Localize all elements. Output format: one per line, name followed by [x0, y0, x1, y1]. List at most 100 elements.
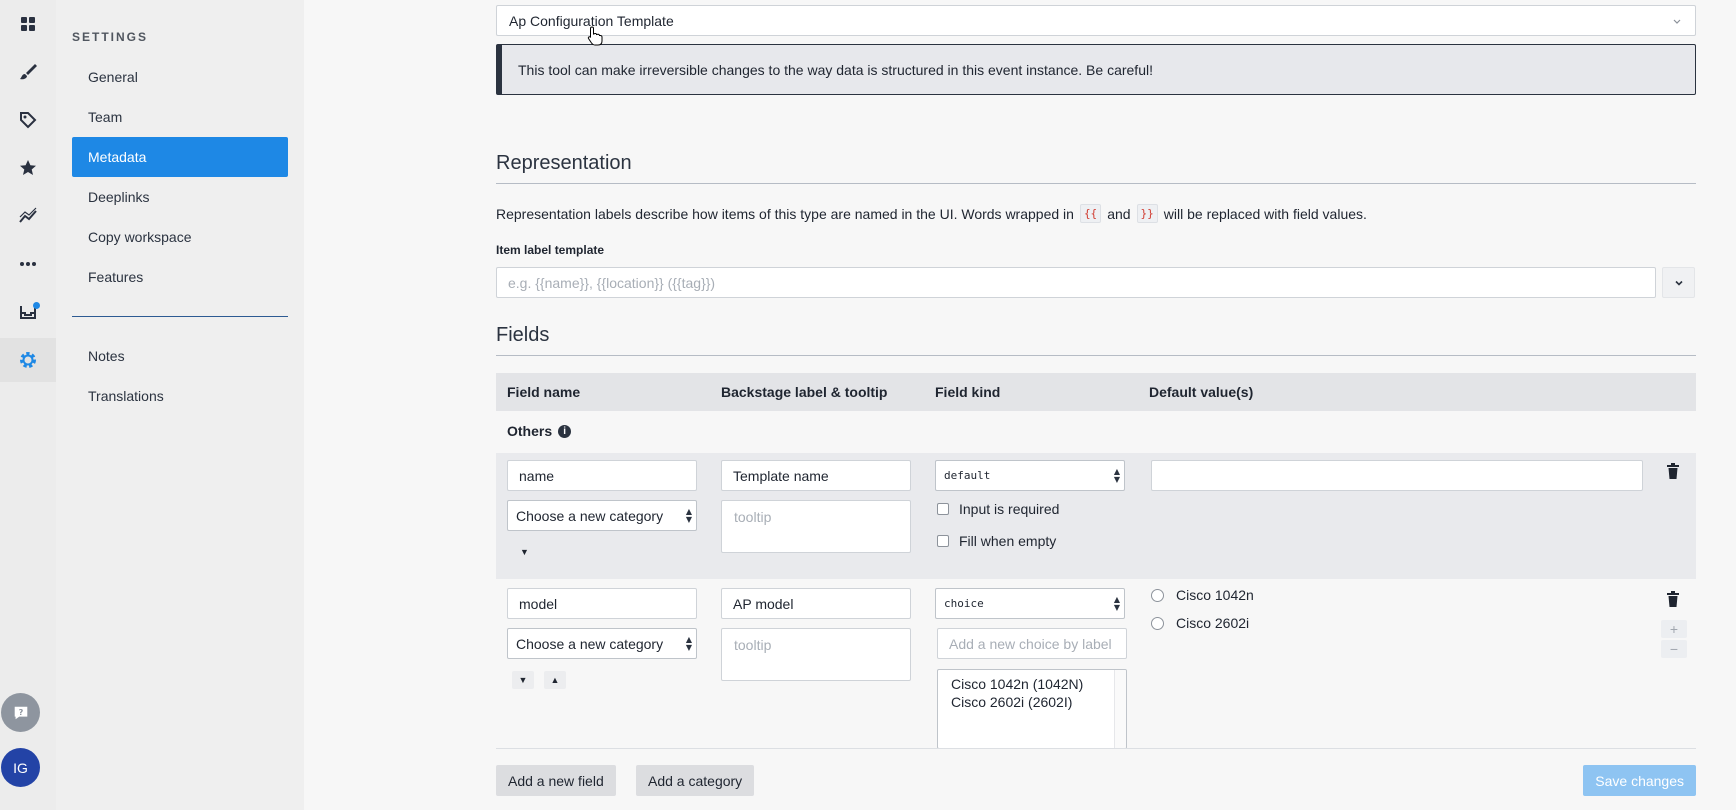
icon-rail: ? IG: [0, 0, 56, 810]
trash-icon[interactable]: [1666, 591, 1680, 607]
backstage-label-value: Template name: [733, 467, 829, 484]
warning-banner: This tool can make irreversible changes …: [496, 44, 1696, 95]
checkbox[interactable]: [937, 503, 949, 515]
open-token: {{: [1079, 204, 1102, 223]
desc-before: Representation labels describe how items…: [496, 205, 1074, 222]
move-up-button[interactable]: ▲: [544, 671, 566, 689]
item-label-template-placeholder: e.g. {{name}}, {{location}} ({{tag}}): [508, 274, 716, 291]
dashboard-icon[interactable]: [0, 2, 56, 46]
chevron-down-icon: [1671, 14, 1683, 30]
group-others: Others i: [507, 423, 572, 439]
notification-dot: [33, 302, 40, 309]
field-name-input[interactable]: model: [507, 588, 697, 619]
select-arrows-icon: ▲ ▼: [1113, 594, 1120, 612]
scrollbar[interactable]: [1114, 670, 1126, 748]
category-select[interactable]: Choose a new category ▲ ▼: [507, 500, 697, 531]
minus-icon[interactable]: −: [1661, 640, 1687, 658]
radio-button[interactable]: [1151, 588, 1164, 602]
item-label-template-label: Item label template: [496, 243, 605, 257]
nav-item-team[interactable]: Team: [72, 97, 288, 137]
choices-textarea[interactable]: Cisco 1042n (1042N) Cisco 2602i (2602I): [937, 669, 1127, 749]
fields-title: Fields: [496, 324, 550, 346]
checkbox[interactable]: [937, 535, 949, 547]
nav-item-translations[interactable]: Translations: [72, 376, 288, 416]
nav-item-copy-workspace[interactable]: Copy workspace: [72, 217, 288, 257]
backstage-label-input[interactable]: AP model: [721, 588, 911, 619]
section-divider: [496, 183, 1696, 184]
add-category-button[interactable]: Add a category: [636, 765, 755, 796]
backstage-label-value: AP model: [733, 595, 794, 612]
plus-icon[interactable]: +: [1661, 620, 1687, 638]
desc-and: and: [1107, 205, 1131, 222]
category-value: Choose a new category: [516, 635, 664, 652]
close-token: }}: [1136, 204, 1158, 223]
settings-icon[interactable]: [0, 338, 56, 382]
backstage-label-input[interactable]: Template name: [721, 460, 911, 491]
field-name-input[interactable]: name: [507, 460, 697, 491]
fill-when-empty-label: Fill when empty: [959, 533, 1057, 549]
fill-when-empty-checkbox[interactable]: Fill when empty: [937, 533, 1056, 549]
main-content: Ap Configuration Template This tool can …: [304, 0, 1736, 810]
more-icon[interactable]: [0, 242, 56, 286]
move-down-button[interactable]: ▼: [512, 671, 534, 689]
info-icon[interactable]: i: [558, 424, 572, 438]
hand-cursor-icon: [587, 26, 603, 46]
select-arrows-icon: ▲ ▼: [685, 634, 692, 652]
avatar[interactable]: IG: [1, 748, 40, 787]
nav-item-deeplinks[interactable]: Deeplinks: [72, 177, 288, 217]
default-radio-option[interactable]: Cisco 2602i: [1151, 615, 1249, 631]
category-select[interactable]: Choose a new category ▲ ▼: [507, 628, 697, 659]
representation-description: Representation labels describe how items…: [496, 204, 1367, 223]
choice-line: Cisco 1042n (1042N): [951, 676, 1084, 692]
default-radio-option[interactable]: Cisco 1042n: [1151, 587, 1254, 603]
select-arrows-icon: ▲ ▼: [1113, 466, 1120, 484]
default-value-input[interactable]: [1151, 460, 1643, 491]
input-required-checkbox[interactable]: Input is required: [937, 501, 1059, 517]
tooltip-textarea[interactable]: tooltip: [721, 500, 911, 553]
star-icon[interactable]: [0, 146, 56, 190]
fields-table-header: Field name Backstage label & tooltip Fie…: [496, 373, 1696, 411]
desc-after: will be replaced with field values.: [1163, 205, 1367, 222]
save-changes-button[interactable]: Save changes: [1583, 765, 1696, 796]
field-name-value: model: [519, 595, 558, 612]
add-field-button[interactable]: Add a new field: [496, 765, 616, 796]
tags-icon[interactable]: [0, 98, 56, 142]
tooltip-textarea[interactable]: tooltip: [721, 628, 911, 681]
header-backstage: Backstage label & tooltip: [721, 384, 888, 400]
tooltip-placeholder: tooltip: [734, 637, 772, 653]
header-field-kind: Field kind: [935, 384, 1001, 400]
add-choice-input[interactable]: Add a new choice by label: [937, 628, 1127, 659]
settings-heading: SETTINGS: [72, 30, 149, 44]
radio-label: Cisco 2602i: [1176, 615, 1250, 631]
group-name: Others: [507, 423, 553, 439]
help-chat-icon[interactable]: ?: [1, 693, 40, 732]
field-kind-value: default: [944, 469, 991, 482]
header-field-name: Field name: [507, 384, 581, 400]
chevron-down-icon: [1674, 280, 1683, 286]
trash-icon[interactable]: [1666, 463, 1680, 479]
nav-item-general[interactable]: General: [72, 57, 288, 97]
svg-text:?: ?: [18, 706, 23, 716]
header-default-values: Default value(s): [1149, 384, 1254, 400]
move-down-icon[interactable]: ▼: [520, 547, 529, 557]
input-required-label: Input is required: [959, 501, 1060, 517]
nav-divider: [72, 316, 288, 317]
analytics-icon[interactable]: [0, 194, 56, 238]
brush-icon[interactable]: [0, 50, 56, 94]
radio-button[interactable]: [1151, 616, 1164, 630]
nav-item-features[interactable]: Features: [72, 257, 288, 297]
choice-line: Cisco 2602i (2602I): [951, 694, 1073, 710]
template-dropdown-button[interactable]: [1662, 267, 1695, 298]
field-name-value: name: [519, 467, 555, 484]
select-arrows-icon: ▲ ▼: [685, 506, 692, 524]
field-kind-value: choice: [944, 597, 984, 610]
field-kind-select[interactable]: default ▲ ▼: [935, 460, 1125, 491]
nav-item-metadata[interactable]: Metadata: [72, 137, 288, 177]
inbox-icon[interactable]: [0, 290, 56, 334]
item-label-template-input[interactable]: e.g. {{name}}, {{location}} ({{tag}}): [496, 267, 1656, 298]
field-kind-select[interactable]: choice ▲ ▼: [935, 588, 1125, 619]
settings-nav: SETTINGS General Team Metadata Deeplinks…: [56, 0, 304, 810]
template-select[interactable]: Ap Configuration Template: [496, 5, 1696, 36]
category-value: Choose a new category: [516, 507, 664, 524]
nav-item-notes[interactable]: Notes: [72, 336, 288, 376]
